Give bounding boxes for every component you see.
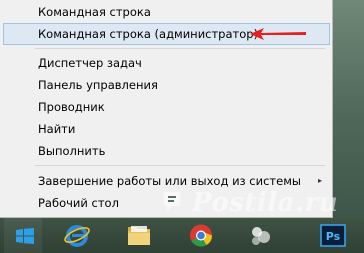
menu-item-label: Командная строка <box>38 5 151 19</box>
watermark-logo-icon <box>164 192 180 211</box>
app-icon <box>252 227 270 245</box>
internet-explorer-icon <box>64 225 90 247</box>
menu-item-control-panel[interactable]: Панель управления <box>3 74 330 96</box>
photoshop-label: Ps <box>326 230 341 243</box>
start-button[interactable] <box>4 218 42 253</box>
menu-item-label: Диспетчер задач <box>38 56 142 70</box>
taskbar: Ps <box>0 218 364 253</box>
menu-separator <box>35 48 325 49</box>
menu-item-search[interactable]: Найти <box>3 118 330 140</box>
windows-start-icon <box>16 228 34 244</box>
chrome-icon <box>190 224 212 247</box>
menu-item-label: Проводник <box>38 100 105 114</box>
taskbar-internet-explorer[interactable] <box>56 218 98 253</box>
menu-item-label: Командная строка (администратор) <box>38 27 259 41</box>
menu-item-label: Панель управления <box>38 78 158 92</box>
menu-item-task-manager[interactable]: Диспетчер задач <box>3 52 330 74</box>
file-explorer-icon <box>128 226 150 245</box>
taskbar-app[interactable] <box>240 218 282 253</box>
desktop-wallpaper <box>333 0 364 218</box>
menu-item-run[interactable]: Выполнить <box>3 140 330 162</box>
menu-item-label: Выполнить <box>38 144 106 158</box>
taskbar-chrome[interactable] <box>180 218 222 253</box>
photoshop-icon: Ps <box>320 224 346 247</box>
menu-item-file-explorer[interactable]: Проводник <box>3 96 330 118</box>
taskbar-file-explorer[interactable] <box>118 218 160 253</box>
menu-item-label: Найти <box>38 122 76 136</box>
menu-item-command-prompt[interactable]: Командная строка <box>3 1 330 23</box>
menu-item-label: Рабочий стол <box>38 196 119 210</box>
menu-separator <box>35 165 325 166</box>
watermark: Postila.ru <box>192 188 339 218</box>
menu-item-label: Завершение работы или выход из системы <box>38 174 301 188</box>
red-arrow-annotation <box>250 28 306 40</box>
taskbar-photoshop[interactable]: Ps <box>312 218 352 253</box>
